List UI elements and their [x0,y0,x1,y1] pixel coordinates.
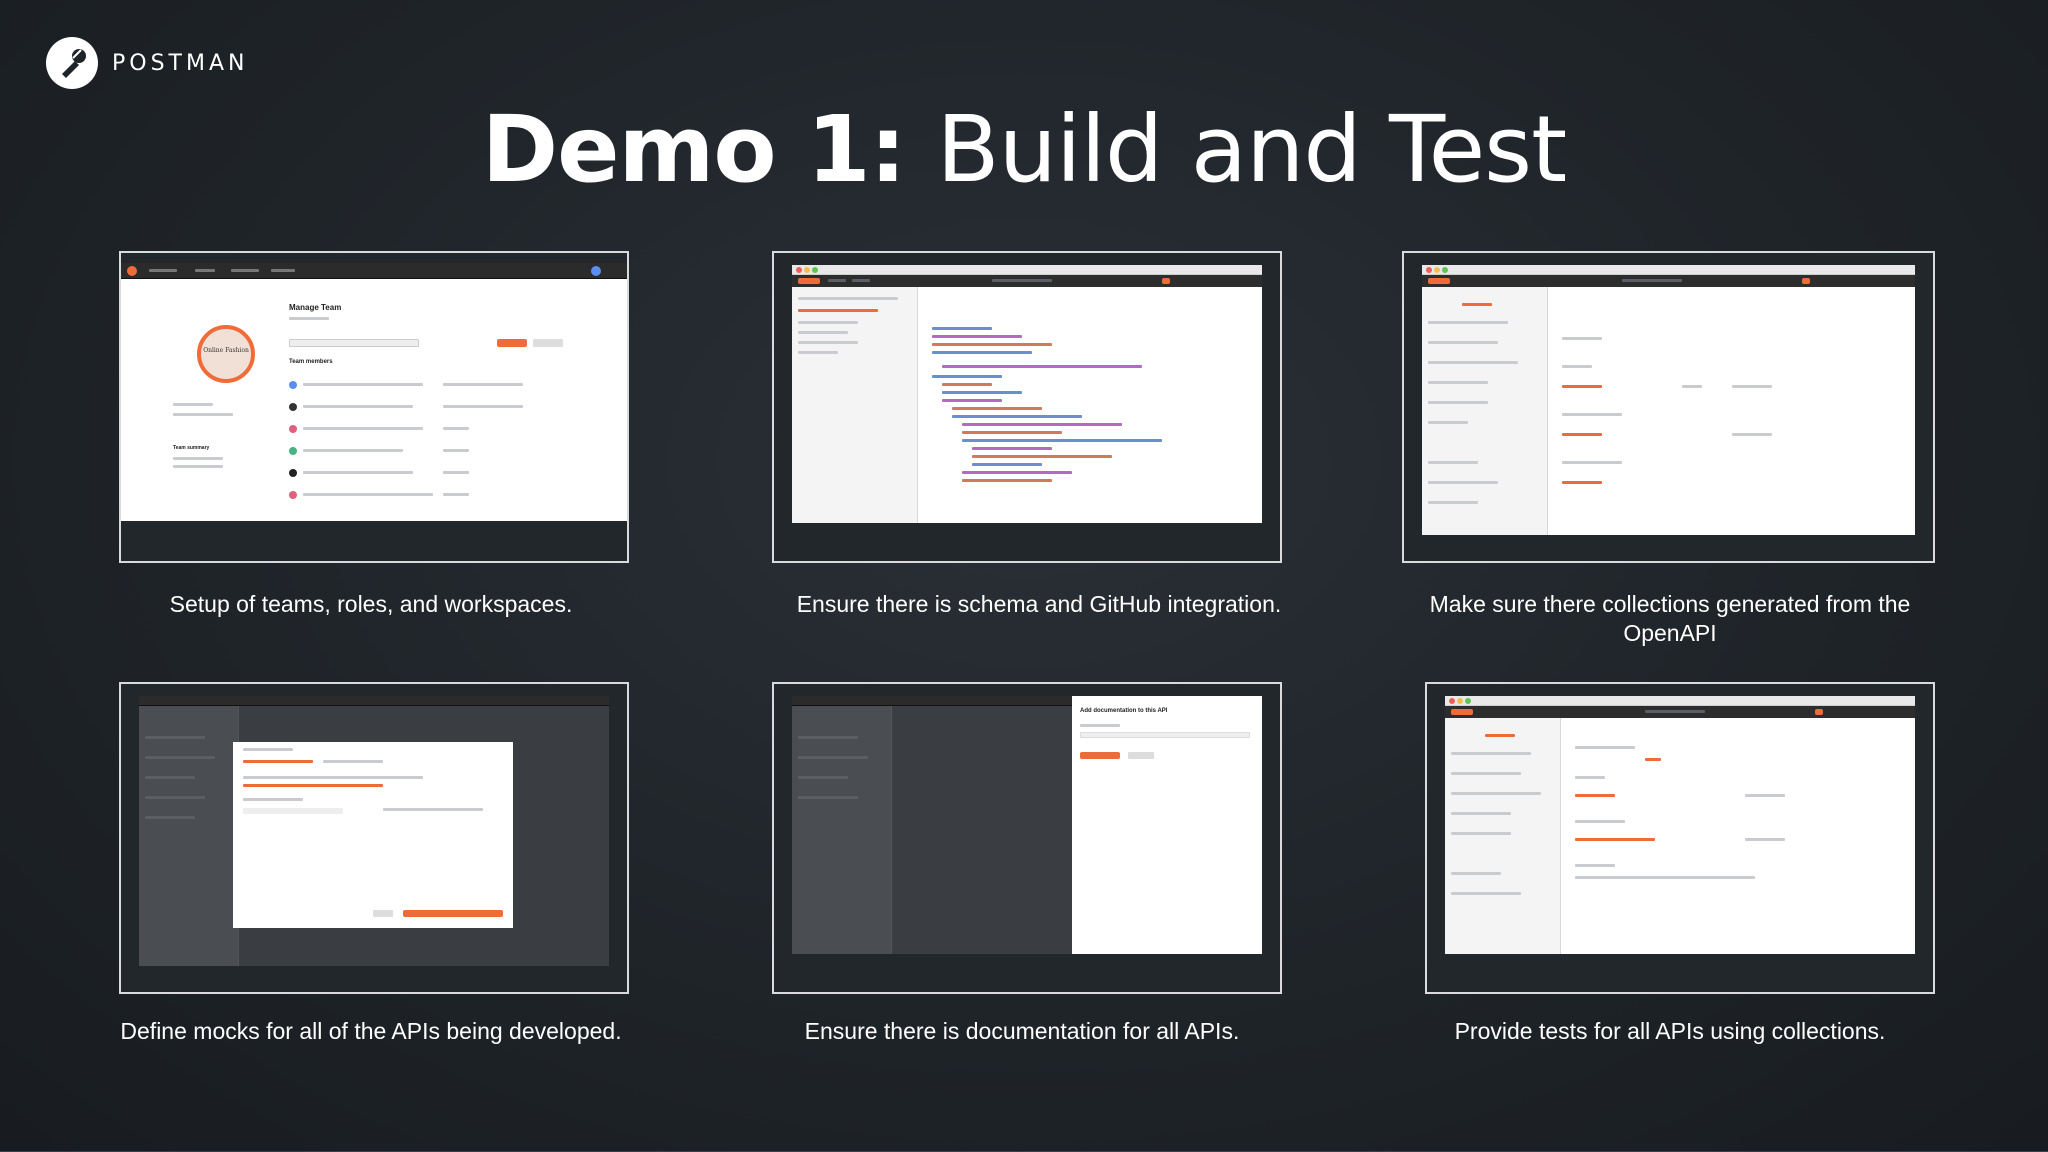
create-mock-button [403,910,503,917]
caption-tests: Provide tests for all APIs using collect… [1454,1018,1886,1044]
add-documentation-panel: Add documentation to this API [1072,696,1262,954]
screenshot-docs: Add documentation to this API [792,696,1262,954]
org-avatar [197,325,255,383]
app-topbar [121,263,627,279]
screenshot-card-tests [1425,682,1935,994]
create-mock-modal [233,742,513,928]
postman-logo: POSTMAN [46,37,248,89]
screenshot-card-schema [772,251,1282,563]
team-summary-label: Team summary [173,445,210,451]
caption-teams: Setup of teams, roles, and workspaces. [169,591,573,617]
screenshot-card-mocks [119,682,629,994]
manage-team-heading: Manage Team [289,303,342,312]
org-name: Online Fashion [203,347,249,354]
brand-name: POSTMAN [112,50,249,76]
team-members-label: Team members [289,359,333,365]
slide-title-light: Build and Test [936,96,1568,203]
slide-title: Demo 1: Build and Test [0,104,2048,196]
screenshot-card-collections [1402,251,1935,563]
screenshot-schema-editor [792,265,1262,523]
caption-docs: Ensure there is documentation for all AP… [804,1018,1240,1044]
slide-title-bold: Demo 1: [481,96,907,203]
caption-collections: Make sure there collections generated fr… [1429,591,1911,646]
postman-astronaut-icon [46,37,98,89]
caption-mocks: Define mocks for all of the APIs being d… [120,1018,622,1044]
docs-modal-title: Add documentation to this API [1080,708,1168,714]
add-documentation-button [1080,752,1120,759]
screenshot-card-docs: Add documentation to this API [772,682,1282,994]
screenshot-mocks [139,696,609,966]
screenshot-tests [1445,696,1915,954]
screenshot-manage-team: Online Fashion Manage Team Team members [121,263,627,521]
screenshot-card-teams: Online Fashion Manage Team Team members [119,251,629,563]
screenshot-collections [1422,265,1915,535]
caption-schema: Ensure there is schema and GitHub integr… [796,591,1282,617]
